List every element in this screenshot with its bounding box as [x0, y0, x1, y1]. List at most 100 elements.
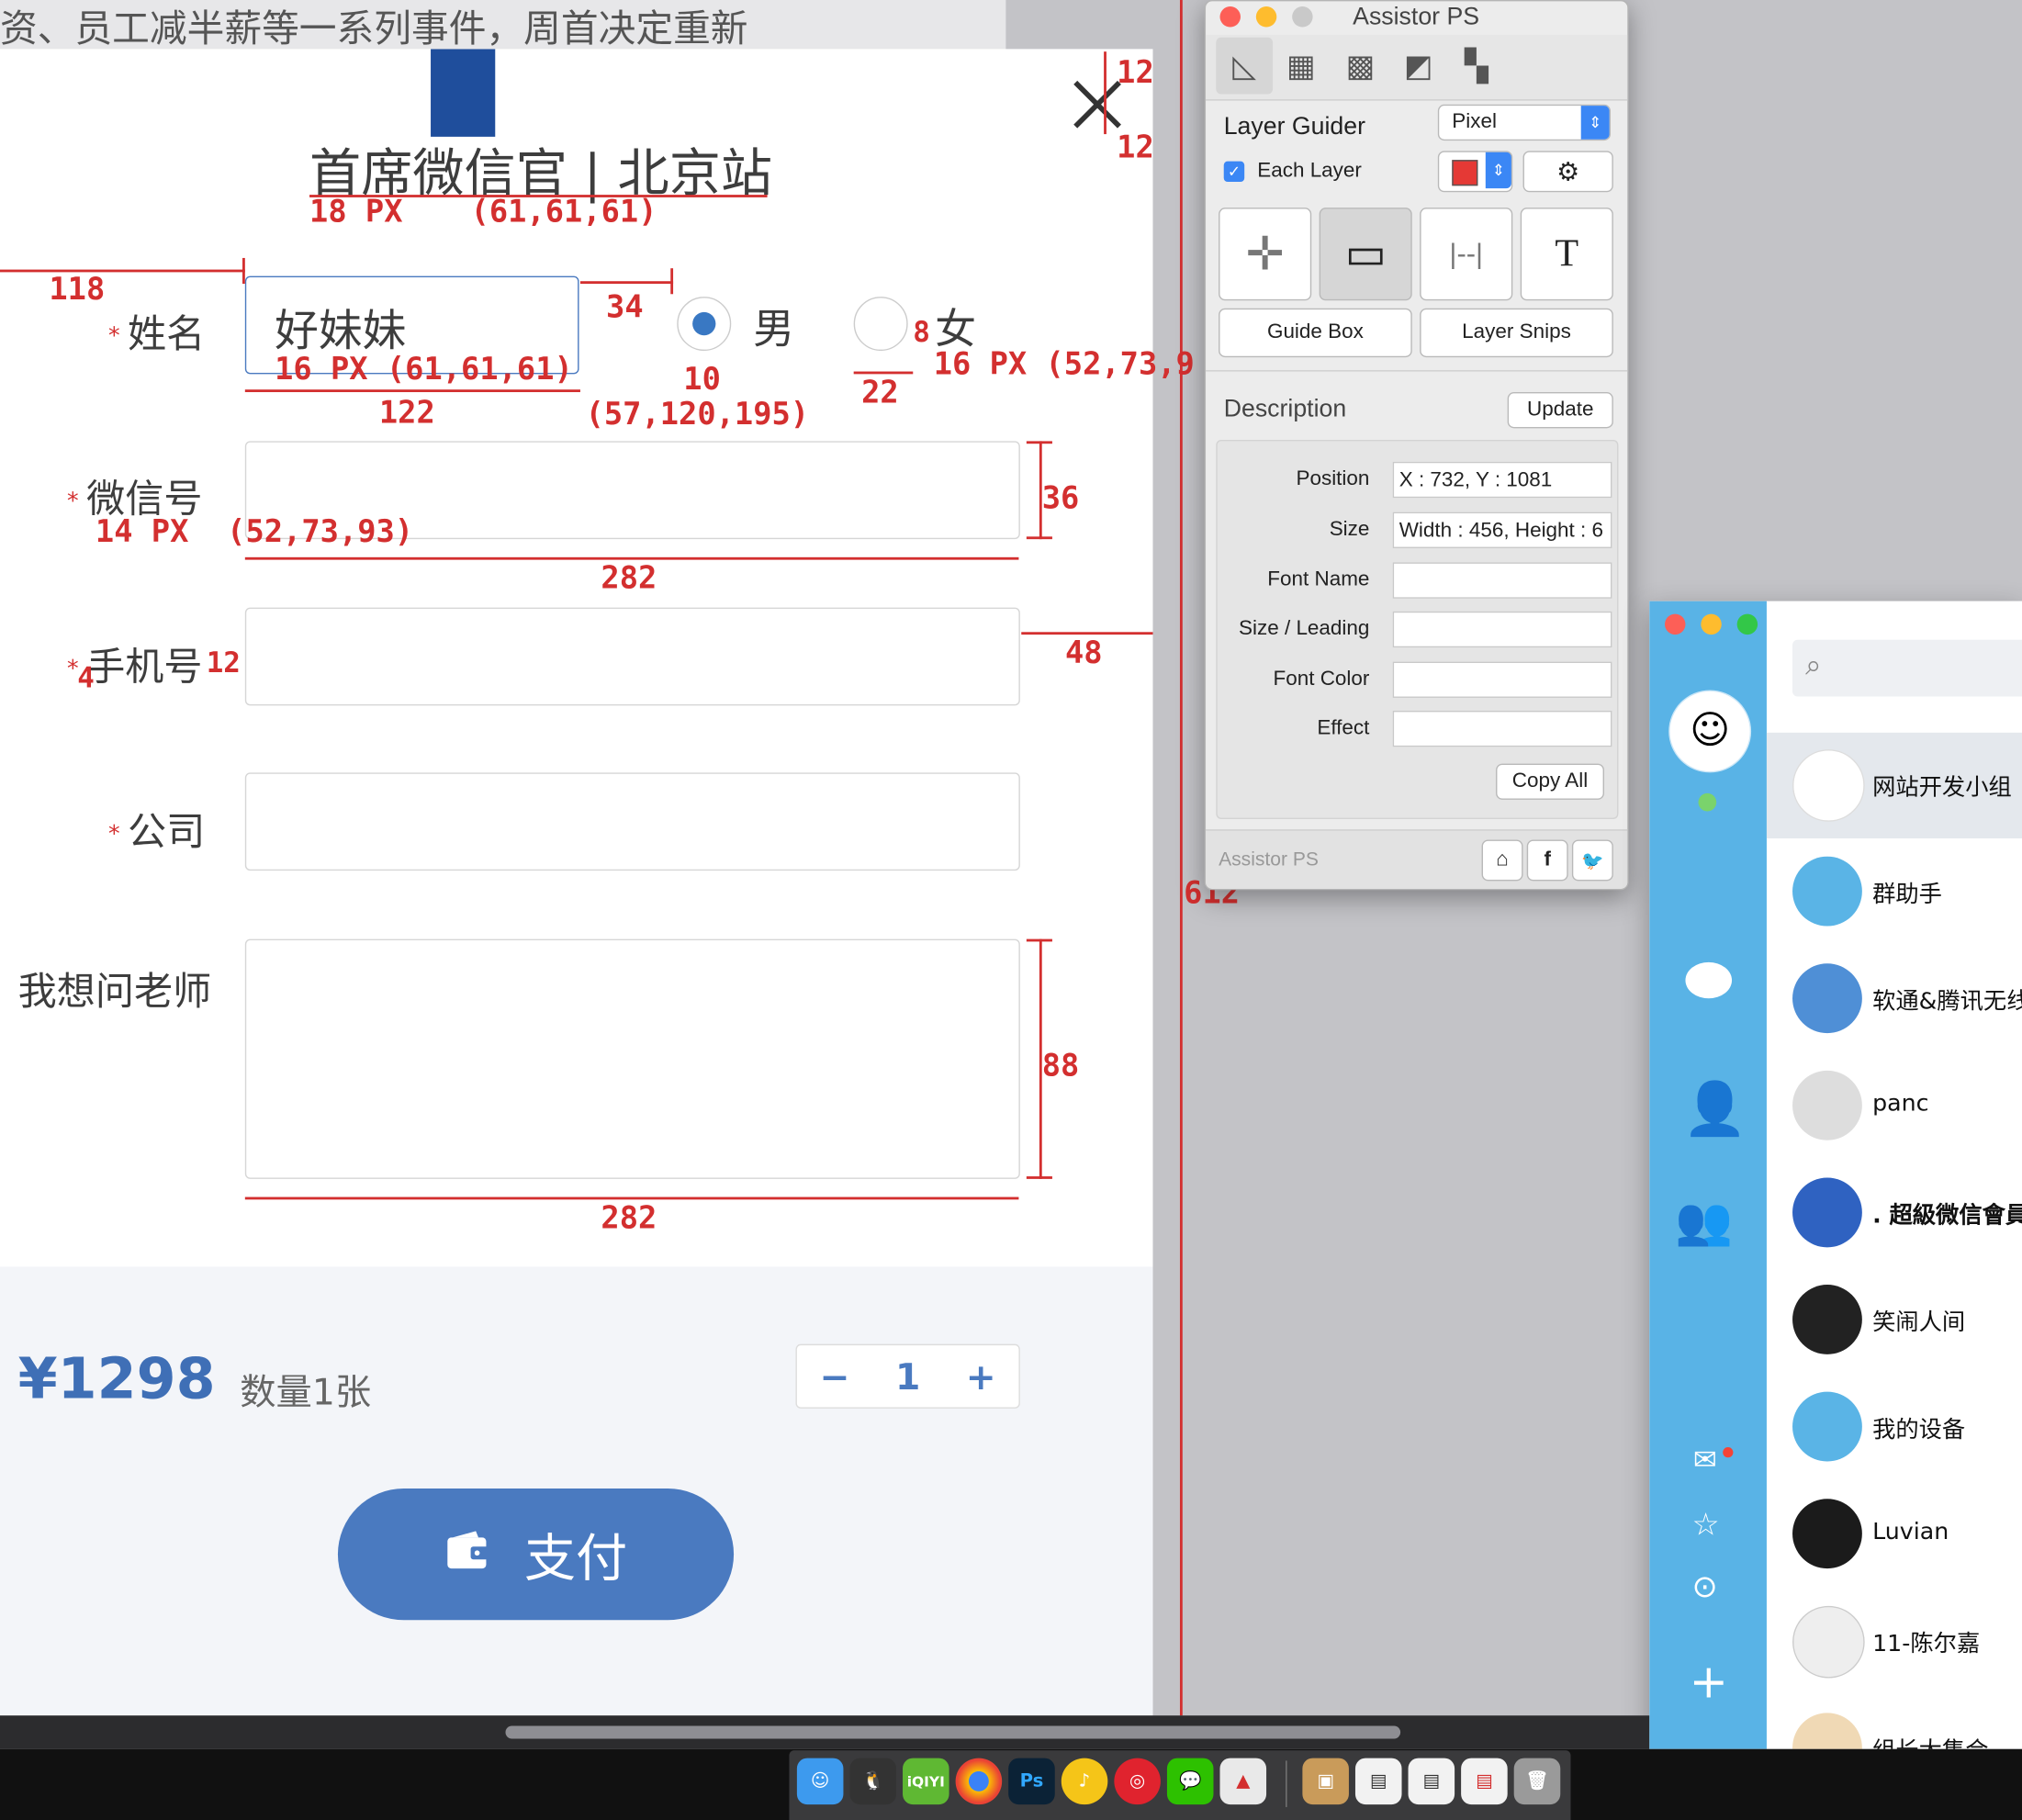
size-field[interactable]: Width : 456, Height : 6 — [1392, 511, 1612, 548]
iqiyi-icon[interactable]: iQIYI — [903, 1758, 949, 1805]
dim-radio-gap: 22 — [861, 374, 899, 410]
contact-row[interactable]: 网站开发小组 — [1766, 732, 2022, 839]
font-name-field[interactable] — [1392, 562, 1612, 599]
ruler-tool-icon[interactable]: ◺ — [1216, 37, 1274, 95]
question-label: 我想问老师 — [17, 970, 212, 1016]
stepper-plus-button[interactable]: + — [966, 1355, 996, 1398]
layout-icon[interactable]: ▚ — [1448, 38, 1505, 95]
search-input[interactable]: ⌕ — [1792, 639, 2022, 697]
contact-row[interactable]: 软通&腾讯无线 — [1767, 947, 2022, 1052]
question-textarea[interactable] — [244, 938, 1020, 1179]
price: ¥1298 — [17, 1346, 216, 1413]
favorites-icon[interactable]: ☆ — [1691, 1507, 1719, 1543]
qq-minimize-button[interactable] — [1701, 613, 1722, 635]
window-minimize-button[interactable] — [1255, 6, 1277, 28]
unit-select[interactable]: Pixel ⇕ — [1437, 104, 1612, 141]
group-helper-avatar — [1792, 856, 1862, 927]
crosshair-tool-button[interactable]: ✛ — [1219, 208, 1312, 301]
guide-box-tool-button[interactable]: ▭ — [1319, 208, 1412, 301]
position-label: Position — [1296, 467, 1370, 490]
assistor-ps-window: Assistor PS ◺ ▦ ▩ ◩ ▚ Layer Guider Pixel… — [1204, 0, 1629, 891]
each-layer-checkbox[interactable]: ✓ — [1223, 161, 1245, 183]
contact-row[interactable]: panc — [1767, 1054, 2022, 1160]
horizontal-scrollbar[interactable] — [0, 1715, 1650, 1749]
contact-row[interactable]: 11-陈尔嘉 — [1767, 1590, 2022, 1695]
gender-female-radio[interactable] — [853, 297, 908, 352]
phone-input[interactable] — [244, 607, 1020, 706]
photoshop-icon[interactable]: Ps — [1008, 1758, 1055, 1805]
font-color-field[interactable] — [1392, 661, 1612, 698]
contact-row[interactable]: Luvian — [1767, 1482, 2022, 1588]
color-swatch-select[interactable]: ⇕ — [1437, 151, 1513, 193]
position-field[interactable]: X : 732, Y : 1081 — [1392, 461, 1612, 499]
slice-icon[interactable]: ◩ — [1390, 38, 1447, 95]
qq-app-icon[interactable]: 🐧 — [849, 1758, 897, 1805]
gender-male-label: 男 — [753, 304, 795, 354]
contact-row[interactable]: . 超級微信會員 — [1767, 1161, 2022, 1266]
stepper-value: 1 — [894, 1354, 921, 1398]
chrome-icon[interactable] — [955, 1758, 1003, 1805]
effect-field[interactable] — [1392, 710, 1612, 747]
finder-icon[interactable]: ☺ — [796, 1758, 844, 1805]
grid-icon[interactable]: ▩ — [1332, 38, 1389, 95]
home-icon[interactable]: ⌂ — [1481, 839, 1523, 882]
company-input[interactable] — [244, 772, 1020, 871]
contact-avatar — [1792, 1605, 1865, 1679]
mail-icon[interactable]: ✉ — [1693, 1444, 1717, 1477]
wechat-icon[interactable]: 💬 — [1166, 1758, 1214, 1805]
contact-row[interactable]: 我的设备 — [1767, 1375, 2022, 1480]
contact-row[interactable]: 组长大集合 — [1767, 1696, 2022, 1749]
contacts-icon[interactable]: 👤 — [1683, 1078, 1747, 1140]
gender-male-radio[interactable] — [677, 297, 732, 352]
document-icon-1[interactable]: ▤ — [1354, 1758, 1402, 1805]
scrollbar-thumb[interactable] — [505, 1725, 1401, 1739]
chat-icon[interactable] — [1685, 961, 1733, 999]
select-arrows-icon: ⇕ — [1580, 106, 1610, 140]
contact-avatar — [1792, 1713, 1862, 1749]
stepper-minus-button[interactable]: − — [820, 1355, 850, 1398]
spacing-tool-button[interactable]: |--| — [1420, 208, 1513, 301]
netease-music-icon[interactable]: ◎ — [1114, 1758, 1161, 1805]
update-button[interactable]: Update — [1507, 392, 1613, 429]
music-icon[interactable]: ♪ — [1061, 1758, 1108, 1805]
contact-row[interactable]: 笑闹人间 — [1767, 1268, 2022, 1374]
background-article: 资、员工减半薪等一系列事件，周首决定重新 — [0, 0, 1006, 52]
dim-top2: 12 — [1117, 129, 1154, 165]
facebook-icon[interactable]: f — [1526, 839, 1568, 882]
dim-48: 48 — [1064, 635, 1103, 671]
name-spec-annotation: 16 PX (61,61,61) — [275, 351, 573, 388]
document-icon-2[interactable]: ▤ — [1408, 1758, 1455, 1805]
font-color-label: Font Color — [1273, 668, 1370, 691]
add-icon[interactable]: + — [1690, 1657, 1728, 1710]
trash-icon[interactable]: 🗑 — [1513, 1758, 1561, 1805]
qq-close-button[interactable] — [1665, 613, 1686, 635]
size-label: Size — [1329, 518, 1370, 541]
penguin-avatar — [1792, 1285, 1862, 1354]
size-leading-field[interactable] — [1392, 611, 1612, 648]
settings-gear-button[interactable]: ⚙ — [1522, 151, 1613, 193]
quantity-stepper: − 1 + — [795, 1343, 1020, 1409]
calculator-icon[interactable]: ▦ — [1273, 38, 1330, 95]
radio-color-annotation: (57,120,195) — [585, 396, 810, 433]
wallet-icon — [444, 1524, 491, 1584]
layer-snips-button[interactable]: Layer Snips — [1420, 308, 1613, 358]
window-close-button[interactable] — [1219, 6, 1241, 28]
qq-zoom-button[interactable] — [1736, 613, 1758, 635]
qq-window: ☺ 👤 👥 ✉ ☆ ⊙ + ⌕ 网站开发小组 群助手 软通&腾讯无线 panc … — [1649, 601, 2022, 1749]
groups-icon[interactable]: 👥 — [1675, 1195, 1733, 1249]
contact-row[interactable]: 群助手 — [1767, 839, 2022, 945]
guide-box-button[interactable]: Guide Box — [1219, 308, 1412, 358]
user-avatar[interactable]: ☺ — [1669, 691, 1750, 771]
copy-all-button[interactable]: Copy All — [1496, 763, 1604, 800]
pay-label: 支付 — [523, 1529, 628, 1590]
document-icon-3[interactable]: ▤ — [1461, 1758, 1508, 1805]
more-icon[interactable]: ⊙ — [1691, 1568, 1717, 1604]
size-leading-label: Size / Leading — [1239, 617, 1370, 640]
text-tool-button[interactable]: T — [1520, 208, 1613, 301]
pay-button[interactable]: 支付 — [337, 1489, 735, 1621]
twitter-icon[interactable]: 🐦 — [1571, 839, 1613, 882]
contact-avatar — [1792, 1177, 1862, 1248]
package-icon[interactable]: ▣ — [1302, 1758, 1349, 1805]
pdf-tool-icon[interactable]: ▲ — [1219, 1758, 1267, 1805]
window-zoom-button[interactable] — [1292, 6, 1313, 28]
